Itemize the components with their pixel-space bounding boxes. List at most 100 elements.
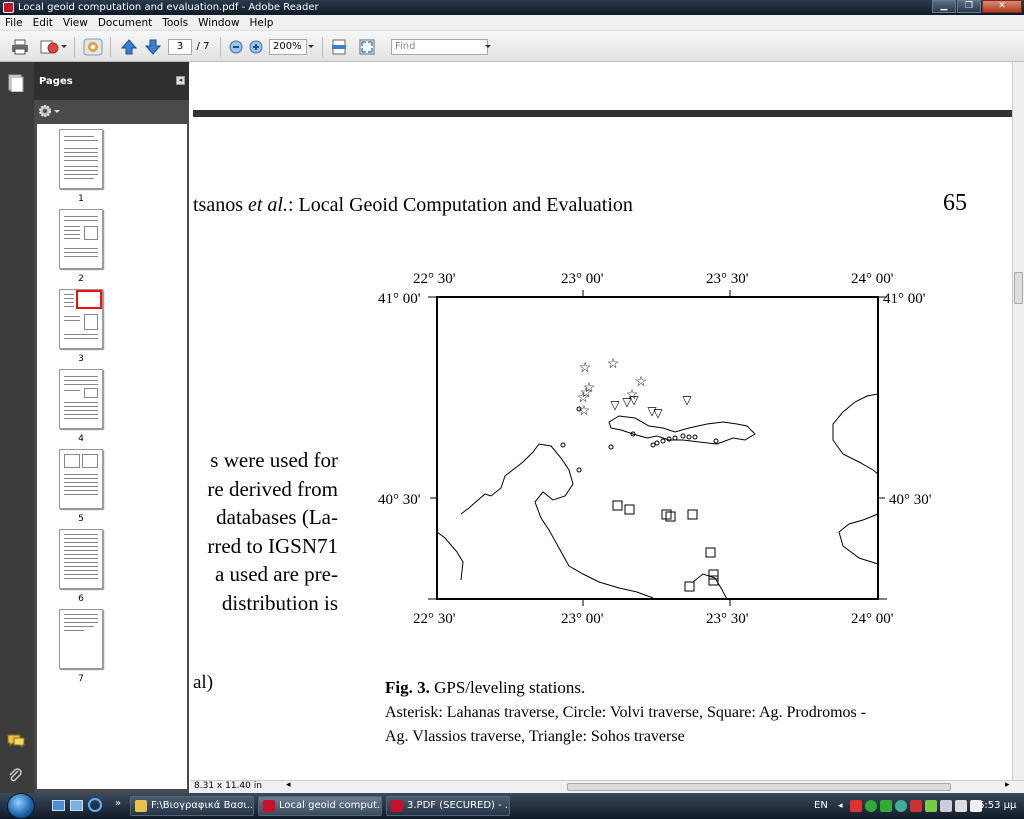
zoom-out-icon[interactable] bbox=[228, 38, 244, 55]
page-thumbnail-current[interactable] bbox=[59, 289, 103, 349]
page-thumbnail[interactable] bbox=[59, 209, 103, 269]
lon-label-bottom: 23° 00' bbox=[561, 611, 604, 627]
document-view[interactable]: tsanos et al.: Local Geoid Computation a… bbox=[193, 62, 1012, 780]
menu-help[interactable]: Help bbox=[245, 17, 279, 29]
vertical-scroll-thumb[interactable] bbox=[1014, 272, 1023, 304]
menu-view[interactable]: View bbox=[58, 17, 93, 29]
start-button[interactable] bbox=[7, 793, 35, 819]
page-thumbnail[interactable] bbox=[59, 529, 103, 589]
thumbnail-label: 5 bbox=[78, 514, 84, 524]
power-icon[interactable] bbox=[940, 800, 952, 812]
quick-launch-more-icon[interactable]: » bbox=[115, 798, 121, 809]
system-tray-icons bbox=[850, 800, 982, 812]
svg-text:☆: ☆ bbox=[577, 391, 590, 406]
close-button[interactable]: ✕ bbox=[982, 0, 1022, 13]
lon-label-top: 23° 30' bbox=[706, 271, 749, 287]
next-page-icon[interactable] bbox=[144, 38, 162, 55]
window-titlebar: Local geoid computation and evaluation.p… bbox=[0, 0, 1024, 15]
page-number: 65 bbox=[943, 190, 967, 216]
attachments-paperclip-icon[interactable] bbox=[8, 767, 22, 786]
maximize-button[interactable]: ❐ bbox=[957, 0, 981, 13]
menu-window[interactable]: Window bbox=[193, 17, 244, 29]
page-thumbnail[interactable] bbox=[59, 129, 103, 189]
options-gear-icon[interactable] bbox=[38, 104, 60, 118]
thumbnail-label: 3 bbox=[78, 354, 84, 364]
menu-tools[interactable]: Tools bbox=[157, 17, 193, 29]
menu-bar: File Edit View Document Tools Window Hel… bbox=[0, 15, 1024, 31]
taskbar-item[interactable]: 3.PDF (SECURED) - ... bbox=[386, 796, 510, 816]
page-number-input[interactable]: 3 bbox=[168, 39, 192, 55]
body-text-line: a used are pre- bbox=[214, 562, 338, 586]
thumbnail-label: 2 bbox=[78, 274, 84, 284]
language-indicator[interactable]: EN bbox=[814, 793, 828, 819]
lon-label-bottom: 22° 30' bbox=[413, 611, 456, 627]
status-icon[interactable] bbox=[925, 800, 937, 812]
folder-icon bbox=[135, 800, 147, 812]
menu-document[interactable]: Document bbox=[93, 17, 157, 29]
page-thumbnail[interactable] bbox=[59, 449, 103, 509]
hand-tool-icon[interactable] bbox=[82, 38, 104, 55]
body-text-line: databases (La- bbox=[216, 505, 338, 529]
svg-text:☆: ☆ bbox=[579, 361, 592, 376]
menu-file[interactable]: File bbox=[0, 17, 28, 29]
taskbar-item[interactable]: F:\Βιογραφικά Βασι... bbox=[130, 796, 254, 816]
print-icon[interactable] bbox=[10, 38, 30, 55]
lon-label-top: 24° 00' bbox=[851, 271, 894, 287]
page-thumbnails: 1 2 3 4 5 6 7 bbox=[37, 124, 187, 789]
thumbnail-label: 1 bbox=[78, 194, 84, 204]
sync-icon[interactable] bbox=[895, 800, 907, 812]
switch-windows-icon[interactable] bbox=[70, 800, 83, 811]
collapse-panel-button[interactable]: ◂ bbox=[176, 76, 185, 85]
page-thumbnail[interactable] bbox=[59, 369, 103, 429]
find-dropdown-chevron-icon[interactable] bbox=[484, 38, 492, 55]
vertical-scrollbar[interactable] bbox=[1012, 62, 1024, 780]
minimize-button[interactable]: ▁ bbox=[932, 0, 956, 13]
svg-text:☆: ☆ bbox=[578, 404, 591, 419]
page-thumbnail[interactable] bbox=[59, 609, 103, 669]
pdf-icon bbox=[263, 800, 275, 812]
tray-expand-icon[interactable]: ◂ bbox=[838, 793, 843, 819]
map-frame bbox=[436, 296, 879, 600]
clock[interactable]: 6:53 μμ bbox=[978, 793, 1016, 819]
lat-label-right: 41° 00' bbox=[883, 291, 926, 307]
scroll-left-arrow-icon[interactable]: ◂ bbox=[286, 780, 291, 790]
menu-edit[interactable]: Edit bbox=[28, 17, 58, 29]
thumbnail-label: 7 bbox=[78, 674, 84, 684]
find-input[interactable]: Find bbox=[391, 39, 488, 55]
zoom-in-icon[interactable] bbox=[248, 38, 264, 55]
zoom-level-input[interactable]: 200% bbox=[269, 39, 307, 55]
figure-caption-line: Ag. Vlassios traverse, Triangle: Sohos t… bbox=[385, 728, 685, 745]
pages-panel-icon[interactable] bbox=[8, 74, 24, 95]
horizontal-scroll-thumb[interactable] bbox=[567, 783, 951, 791]
lon-label-bottom: 24° 00' bbox=[851, 611, 894, 627]
scroll-right-arrow-icon[interactable]: ▸ bbox=[1005, 780, 1010, 790]
internet-explorer-icon[interactable] bbox=[88, 798, 102, 812]
current-view-highlight bbox=[76, 290, 102, 309]
update-icon[interactable] bbox=[880, 800, 892, 812]
lon-label-top: 22° 30' bbox=[413, 271, 456, 287]
show-desktop-icon[interactable] bbox=[52, 800, 65, 811]
previous-page-icon[interactable] bbox=[120, 38, 138, 55]
svg-text:▽: ▽ bbox=[629, 393, 639, 407]
full-screen-icon[interactable] bbox=[358, 38, 376, 55]
taskbar-item-active[interactable]: Local geoid comput... bbox=[258, 796, 382, 816]
zoom-dropdown-chevron-icon[interactable] bbox=[307, 38, 315, 55]
fit-width-icon[interactable] bbox=[330, 38, 348, 55]
figure-caption-title: Fig. 3. GPS/leveling stations. bbox=[385, 678, 586, 697]
antivirus-icon[interactable] bbox=[850, 800, 862, 812]
body-text-line: rred to IGSN71 bbox=[207, 534, 338, 558]
thumbnail-label: 4 bbox=[78, 434, 84, 444]
horizontal-scrollbar[interactable]: 8.31 x 11.40 in ◂ ▸ bbox=[190, 780, 1024, 793]
network-icon[interactable] bbox=[865, 800, 877, 812]
svg-text:▽: ▽ bbox=[653, 406, 663, 420]
alert-icon[interactable] bbox=[910, 800, 922, 812]
comments-icon[interactable] bbox=[7, 734, 25, 751]
running-header: tsanos et al.: Local Geoid Computation a… bbox=[193, 194, 633, 216]
body-text-line: re derived from bbox=[207, 477, 338, 501]
pages-options-bar bbox=[34, 100, 189, 124]
collaborate-icon[interactable] bbox=[38, 38, 68, 55]
svg-text:▽: ▽ bbox=[682, 393, 692, 407]
lon-label-bottom: 23° 30' bbox=[706, 611, 749, 627]
monitor-icon[interactable] bbox=[955, 800, 967, 812]
window-controls: ▁ ❐ ✕ bbox=[931, 0, 1022, 13]
